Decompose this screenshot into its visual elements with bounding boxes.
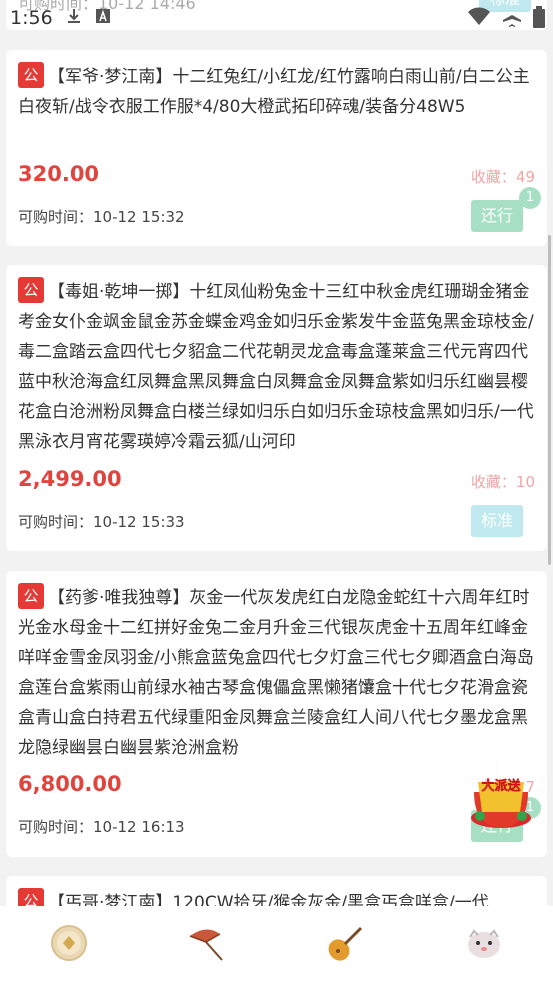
listing-card[interactable]: 公【军爷·梦江南】十二红兔红/小红龙/红竹露响白雨山前/白二公主白夜斩/战令衣服… [6,50,547,246]
purchase-time-value: 10-12 15:33 [93,513,185,531]
wifi-icon [467,6,491,33]
listing-price: 6,800.00 [18,772,122,796]
red-packet-line1: 红包 [486,758,516,776]
purchase-time: 可购时间：10-12 15:33 [18,511,185,532]
pipa-icon [325,922,367,968]
official-badge: 公 [18,62,44,88]
count-bubble: 1 [519,187,541,209]
umbrella-icon [186,922,228,968]
rating-button[interactable]: 还行 [471,200,523,232]
official-badge: 公 [18,277,44,303]
purchase-time-label: 可购时间： [18,818,94,836]
nav-mascot[interactable] [454,915,514,975]
favorite-label: 收藏： [470,473,516,491]
airplane-icon [501,6,523,33]
official-badge: 公 [18,583,44,609]
favorite-number: 10 [515,473,535,491]
a-box-icon [95,8,111,28]
favorite-count: 收藏：10 [471,471,535,492]
coin-icon [50,924,88,966]
listing-title: 公【毒姐·乾坤一掷】十红凤仙粉兔金十三红中秋金虎红珊瑚金猪金考金女仆金飒金鼠金苏… [18,277,535,457]
listing-title: 公【军爷·梦江南】十二红兔红/小红龙/红竹露响白雨山前/白二公主白夜斩/战令衣服… [18,62,535,122]
nav-umbrella[interactable] [177,915,237,975]
listing-price: 320.00 [18,162,100,186]
purchase-time: 可购时间：10-12 16:13 [18,816,185,837]
purchase-time-label: 可购时间： [18,208,94,226]
nav-pipa[interactable] [316,915,376,975]
listing-price: 2,499.00 [18,467,122,491]
favorite-count: 收藏：49 [471,166,535,187]
status-time: 1:56 [10,7,53,29]
purchase-time-label: 可购时间： [18,513,94,531]
status-bar: 1:56 [0,0,553,36]
listing-title-text: 【药爹·唯我独尊】灰金一代灰发虎红白龙隐金蛇红十六周年红时光金水母金十二红拼好金… [18,588,534,758]
nav-coin[interactable] [39,915,99,975]
listing-title-text: 【军爷·梦江南】十二红兔红/小红龙/红竹露响白雨山前/白二公主白夜斩/战令衣服工… [18,67,530,117]
mascot-icon [464,923,504,967]
battery-icon [533,6,545,33]
listing-card[interactable]: 公【毒姐·乾坤一掷】十红凤仙粉兔金十三红中秋金虎红珊瑚金猪金考金女仆金飒金鼠金苏… [6,265,547,551]
rating-button[interactable]: 标准 [471,505,523,537]
bottom-nav [0,906,553,984]
purchase-time-value: 10-12 15:32 [93,208,185,226]
listing-title-text: 【毒姐·乾坤一掷】十红凤仙粉兔金十三红中秋金虎红珊瑚金猪金考金女仆金飒金鼠金苏金… [18,282,534,452]
listing-title: 公【药爹·唯我独尊】灰金一代灰发虎红白龙隐金蛇红十六周年红时光金水母金十二红拼好… [18,583,535,763]
red-packet-line2: 大派送 [481,778,521,794]
favorite-label: 收藏： [470,168,516,186]
purchase-time: 可购时间：10-12 15:32 [18,206,185,227]
download-icon [65,7,83,29]
favorite-number: 49 [515,168,535,186]
purchase-time-value: 10-12 16:13 [93,818,185,836]
scrollbar[interactable] [548,235,551,565]
listing-card[interactable]: 公【药爹·唯我独尊】灰金一代灰发虎红白龙隐金蛇红十六周年红时光金水母金十二红拼好… [6,571,547,857]
red-packet-promo[interactable]: 红包 大派送 [468,752,534,832]
